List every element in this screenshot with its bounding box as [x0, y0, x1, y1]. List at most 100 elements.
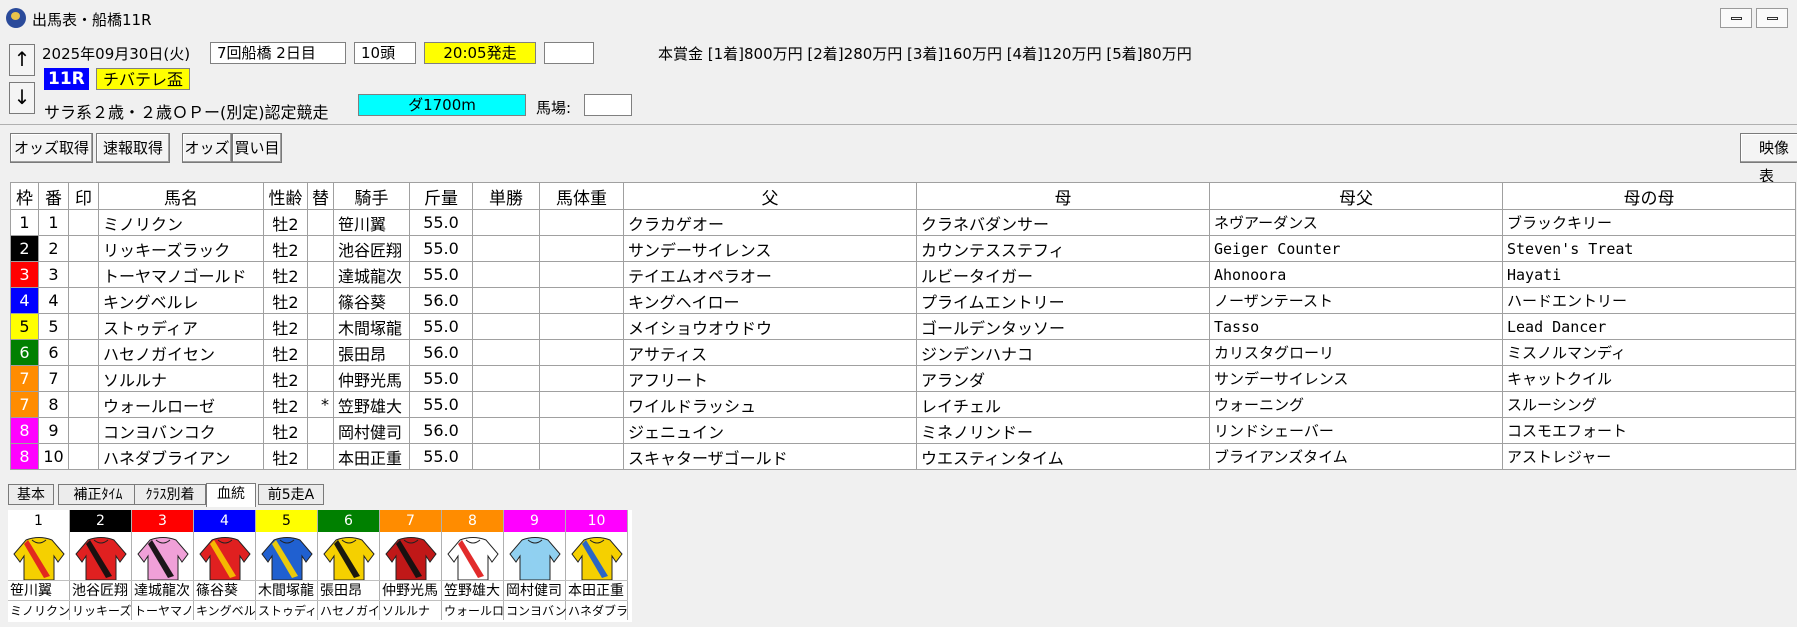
tab-pedigree[interactable]: 血統	[206, 483, 256, 507]
tab-last5[interactable]: 前5走A	[258, 484, 324, 505]
video-button[interactable]: 映像表	[1740, 133, 1797, 185]
silk-column: 6 張田昂 ハセノガイ	[318, 510, 380, 620]
waku-cell: 2	[10, 235, 39, 262]
silk-number: 9	[504, 510, 565, 532]
waku-cell: 5	[10, 313, 39, 340]
dam-name: プライムエントリー	[916, 287, 1210, 314]
silk-column: 7 仲野光馬 ソルルナ	[380, 510, 442, 620]
race-condition: サラ系２歳・２歳ＯＰー(別定)認定競走	[44, 103, 329, 122]
silk-column: 5 木間塚龍 ストゥディ	[256, 510, 318, 620]
table-row[interactable]: 5 5 ストゥディア 牡2 木間塚龍 55.0 メイショウオウドウ ゴールデンタッソー Tass…	[10, 313, 1796, 340]
mark-cell	[68, 417, 99, 444]
dam-name: レイチェル	[916, 391, 1210, 418]
mark-cell	[68, 443, 99, 470]
win-odds	[472, 261, 540, 288]
jockey-name: 達城龍次	[333, 261, 410, 288]
sire-name: スキャターザゴールド	[623, 443, 917, 470]
race-name: チバテレ盃	[96, 68, 191, 90]
table-row[interactable]: 7 7 ソルルナ 牡2 仲野光馬 55.0 アフリート アランダ サンデーサイレンス キャットクイ…	[10, 365, 1796, 392]
sex-age: 牡2	[263, 235, 308, 262]
jockey-silk-icon	[509, 537, 561, 580]
horse-name: リッキーズラック	[98, 235, 264, 262]
post-time-box: 20:05発走	[424, 42, 536, 64]
distance-box: ダ1700m	[358, 94, 526, 116]
header-jockey[interactable]: 騎手	[333, 182, 410, 210]
damsire-name: ブライアンズタイム	[1209, 443, 1503, 470]
silk-horse-name: コンヨバン	[504, 600, 566, 620]
minimize-button[interactable]	[1720, 8, 1752, 28]
table-row[interactable]: 8 9 コンヨバンコク 牡2 岡村健司 56.0 ジェニュイン ミネノリンドー リンドシェーバー…	[10, 417, 1796, 444]
table-row[interactable]: 6 6 ハセノガイセン 牡2 張田昂 56.0 アサティス ジンデンハナコ カリスタグローリ ミス…	[10, 339, 1796, 366]
carried-weight: 56.0	[409, 287, 473, 314]
header-weight[interactable]: 斤量	[409, 182, 473, 210]
body-weight	[539, 339, 624, 366]
waku-cell: 3	[10, 261, 39, 288]
silk-jockey-name: 笹川翼	[8, 580, 70, 600]
table-row[interactable]: 2 2 リッキーズラック 牡2 池谷匠翔 55.0 サンデーサイレンス カウンテスステフィ Ge…	[10, 235, 1796, 262]
header-dam-dam[interactable]: 母の母	[1502, 182, 1796, 210]
header-number[interactable]: 番	[38, 182, 69, 210]
header-dam[interactable]: 母	[916, 182, 1210, 210]
table-row[interactable]: 7 8 ウォールローゼ 牡2 * 笠野雄大 55.0 ワイルドラッシュ レイチェル ウォーニングス…	[10, 391, 1796, 418]
horse-name: キングベルレ	[98, 287, 264, 314]
win-odds	[472, 339, 540, 366]
table-row[interactable]: 1 1 ミノリクン 牡2 笹川翼 55.0 クラカゲオー クラネバダンサー ネヴアーダンス ブラッ…	[10, 209, 1796, 236]
change-mark	[307, 365, 334, 392]
table-row[interactable]: 4 4 キングベルレ 牡2 篠谷葵 56.0 キングヘイロー プライムエントリー ノーザンテース…	[10, 287, 1796, 314]
dam-dam-name: コスモエフォート	[1502, 417, 1796, 444]
odds-fetch-button[interactable]: オッズ取得	[10, 133, 93, 163]
prev-race-button[interactable]: ↑	[9, 44, 35, 76]
tab-corrected-time[interactable]: 補正ﾀｲﾑ	[58, 484, 138, 505]
header-sex-age[interactable]: 性齢	[263, 182, 308, 210]
silk-column: 4 篠谷葵 キングベル	[194, 510, 256, 620]
dam-name: アランダ	[916, 365, 1210, 392]
header-mark[interactable]: 印	[68, 182, 99, 210]
change-mark	[307, 339, 334, 366]
quick-result-fetch-button[interactable]: 速報取得	[96, 133, 170, 163]
meeting-box: 7回船橋 2日目	[210, 42, 346, 64]
dam-name: ウエスティンタイム	[916, 443, 1210, 470]
header-win-odds[interactable]: 単勝	[472, 182, 540, 210]
odds-button[interactable]: オッズ	[182, 133, 232, 163]
mark-cell	[68, 209, 99, 236]
header-change[interactable]: 替	[307, 182, 334, 210]
bets-button[interactable]: 買い目	[232, 133, 282, 163]
horse-name: ストゥディア	[98, 313, 264, 340]
silk-jockey-name: 仲野光馬	[380, 580, 442, 600]
number-cell: 9	[38, 417, 69, 444]
silk-horse-name: リッキーズ	[70, 600, 132, 620]
dam-name: ルビータイガー	[916, 261, 1210, 288]
mark-cell	[68, 235, 99, 262]
carried-weight: 55.0	[409, 313, 473, 340]
silk-number: 3	[132, 510, 193, 532]
dam-dam-name: ハードエントリー	[1502, 287, 1796, 314]
header-damsire[interactable]: 母父	[1209, 182, 1503, 210]
next-race-button[interactable]: ↓	[9, 82, 35, 114]
header-body-weight[interactable]: 馬体重	[539, 182, 624, 210]
dam-name: クラネバダンサー	[916, 209, 1210, 236]
tab-class-result[interactable]: ｸﾗｽ別着	[134, 484, 206, 505]
header-waku[interactable]: 枠	[10, 182, 39, 210]
silk-jockey-name: 池谷匠翔	[70, 580, 132, 600]
jockey-name: 笹川翼	[333, 209, 410, 236]
change-mark	[307, 313, 334, 340]
header-sire[interactable]: 父	[623, 182, 917, 210]
header-horse-name[interactable]: 馬名	[98, 182, 264, 210]
dam-name: ミネノリンドー	[916, 417, 1210, 444]
silk-number: 4	[194, 510, 255, 532]
table-row[interactable]: 8 10 ハネダブライアン 牡2 本田正重 55.0 スキャターザゴールド ウエスティンタイム…	[10, 443, 1796, 470]
dam-dam-name: キャットクイル	[1502, 365, 1796, 392]
silk-column: 9 岡村健司 コンヨバン	[504, 510, 566, 620]
restore-button[interactable]	[1756, 8, 1788, 28]
body-weight	[539, 391, 624, 418]
prize-money: 本賞金 [1着]800万円 [2着]280万円 [3着]160万円 [4着]12…	[658, 45, 1192, 63]
win-odds	[472, 365, 540, 392]
sire-name: アフリート	[623, 365, 917, 392]
title-bar: 出馬表・船橋11R	[0, 0, 1797, 36]
sire-name: クラカゲオー	[623, 209, 917, 236]
table-row[interactable]: 3 3 トーヤマノゴールド 牡2 達城龍次 55.0 テイエムオペラオー ルビータイガー Aho…	[10, 261, 1796, 288]
tab-basic[interactable]: 基本	[8, 484, 54, 505]
jockey-silk-icon	[261, 537, 313, 580]
waku-cell: 7	[10, 365, 39, 392]
horse-name: ソルルナ	[98, 365, 264, 392]
